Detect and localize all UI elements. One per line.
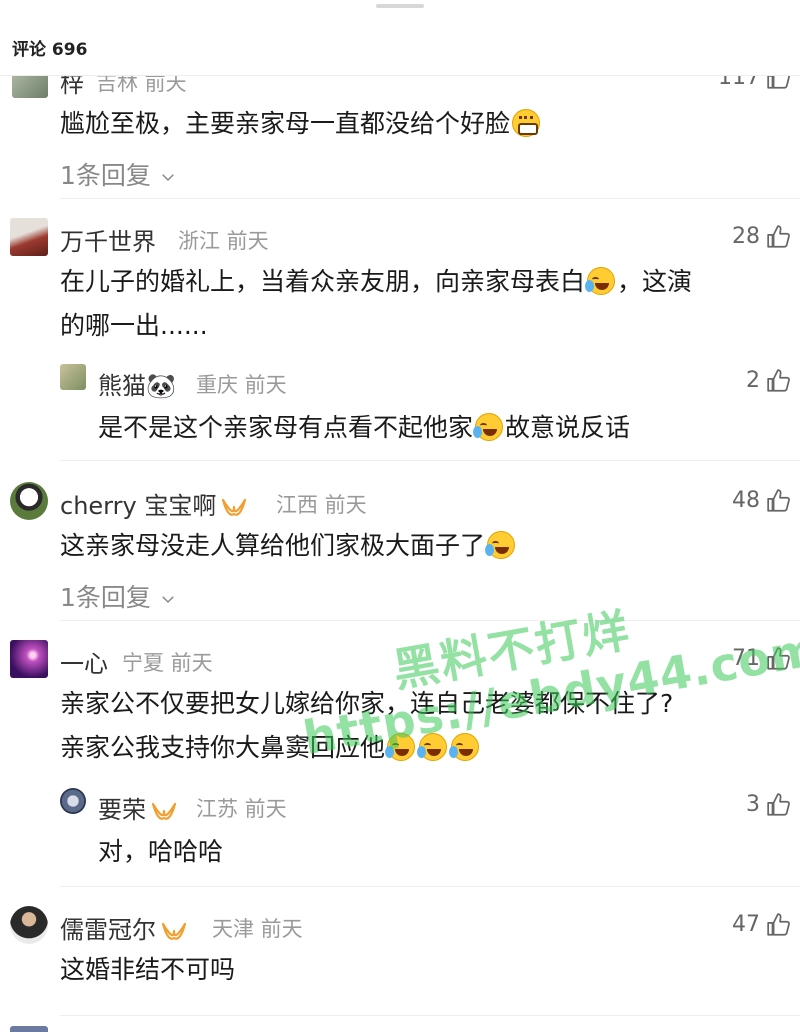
comment-text-content: 亲家公不仅要把女儿嫁给你家，连自己老婆都保不住了? — [60, 689, 674, 718]
chevron-down-icon — [162, 174, 174, 182]
reply-meta: 重庆 前天 — [196, 373, 287, 397]
comment-text-content: ，这演 — [617, 267, 693, 296]
avatar[interactable] — [10, 482, 48, 520]
comment-text: 亲家公不仅要把女儿嫁给你家，连自己老婆都保不住了? 亲家公我支持你大鼻窦回应他 — [60, 682, 790, 770]
comments-count-title: 评论 696 — [12, 40, 88, 60]
avatar[interactable] — [60, 788, 86, 814]
comment-username[interactable]: 儒雷冠尔 — [60, 910, 188, 945]
reply-username-text: 要荣 — [98, 796, 146, 824]
like-count: 71 — [732, 646, 760, 671]
vip-badge-icon — [222, 498, 247, 516]
reply-meta: 江苏 前天 — [196, 797, 287, 821]
view-replies-button[interactable]: 1条回复 — [60, 156, 177, 192]
replies-label: 1条回复 — [60, 161, 151, 190]
laugh-cry-emoji-icon — [485, 531, 516, 559]
comment-meta: 宁夏 前天 — [122, 651, 213, 675]
laugh-cry-emoji-icon — [417, 733, 448, 761]
avatar[interactable] — [10, 1026, 48, 1032]
avatar[interactable] — [60, 364, 86, 390]
reply-text-content: 故意说反话 — [505, 413, 631, 442]
thumbs-up-icon[interactable] — [766, 792, 792, 818]
comment-text: 尴尬至极，主要亲家母一直都没给个好脸 — [60, 102, 542, 146]
thumbs-up-icon[interactable] — [766, 646, 792, 672]
comment-username-text: 儒雷冠尔 — [60, 916, 156, 944]
comment-meta: 浙江 前天 — [178, 229, 269, 253]
comment-divider — [60, 1015, 800, 1016]
comments-header: 评论 696 — [0, 30, 800, 76]
laugh-cry-emoji-icon — [385, 733, 416, 761]
reply-text-content: 是不是这个亲家母有点看不起他家 — [98, 413, 474, 442]
comment-divider — [60, 620, 800, 621]
view-replies-button[interactable]: 1条回复 — [60, 578, 177, 614]
reply-username[interactable]: 要荣 — [98, 790, 178, 825]
comment-list[interactable]: 梓 吉林 前天 117 尴尬至极，主要亲家母一直都没给个好脸 1条回复 万千世界… — [0, 60, 800, 1032]
comment-username[interactable]: 一心 — [60, 644, 108, 679]
laugh-cry-emoji-icon — [585, 267, 616, 295]
reply-username[interactable]: 熊猫🐼 — [98, 366, 176, 401]
comment-meta: 天津 前天 — [212, 917, 303, 941]
thumbs-up-icon[interactable] — [766, 368, 792, 394]
comment-meta: 江西 前天 — [276, 493, 367, 517]
avatar[interactable] — [10, 640, 48, 678]
comment-text-content: 尴尬至极，主要亲家母一直都没给个好脸 — [60, 109, 511, 138]
chevron-down-icon — [162, 596, 174, 604]
vip-badge-icon — [151, 802, 177, 820]
replies-label: 1条回复 — [60, 583, 151, 612]
vip-badge-icon — [161, 922, 187, 940]
comment-username[interactable]: cherry 宝宝啊 — [60, 486, 248, 521]
sheet-drag-handle[interactable] — [376, 4, 424, 8]
avatar[interactable] — [10, 218, 48, 256]
comment-divider — [60, 198, 800, 199]
comment-divider — [60, 460, 800, 461]
grin-emoji-icon — [512, 109, 541, 137]
comment-text: 在儿子的婚礼上，当着众亲友朋，向亲家母表白 ，这演 的哪一出...... — [60, 260, 780, 348]
thumbs-up-icon[interactable] — [766, 912, 792, 938]
reply-username-text: 熊猫🐼 — [98, 372, 176, 400]
comment-text-content: 这亲家母没走人算给他们家极大面子了 — [60, 531, 486, 560]
laugh-cry-emoji-icon — [473, 413, 504, 441]
comment-text-content: 的哪一出...... — [60, 311, 208, 340]
comment-text-content: 亲家公我支持你大鼻窦回应他 — [60, 733, 386, 762]
avatar[interactable] — [10, 906, 48, 944]
like-count: 47 — [732, 912, 760, 937]
thumbs-up-icon[interactable] — [766, 488, 792, 514]
thumbs-up-icon[interactable] — [766, 224, 792, 250]
like-count: 3 — [746, 792, 760, 817]
laugh-cry-emoji-icon — [449, 733, 480, 761]
reply-text: 是不是这个亲家母有点看不起他家 故意说反话 — [98, 406, 630, 450]
comment-divider — [60, 886, 800, 887]
comment-text: 这婚非结不可吗 — [60, 955, 236, 984]
reply-text: 对，哈哈哈 — [98, 837, 224, 866]
like-count: 28 — [732, 224, 760, 249]
comment-text: 这亲家母没走人算给他们家极大面子了 — [60, 524, 517, 568]
like-count: 48 — [732, 488, 760, 513]
comment-username-text: cherry 宝宝啊 — [60, 492, 217, 520]
comment-text-content: 在儿子的婚礼上，当着众亲友朋，向亲家母表白 — [60, 267, 586, 296]
like-count: 2 — [746, 368, 760, 393]
comment-username[interactable]: 万千世界 — [60, 222, 156, 257]
